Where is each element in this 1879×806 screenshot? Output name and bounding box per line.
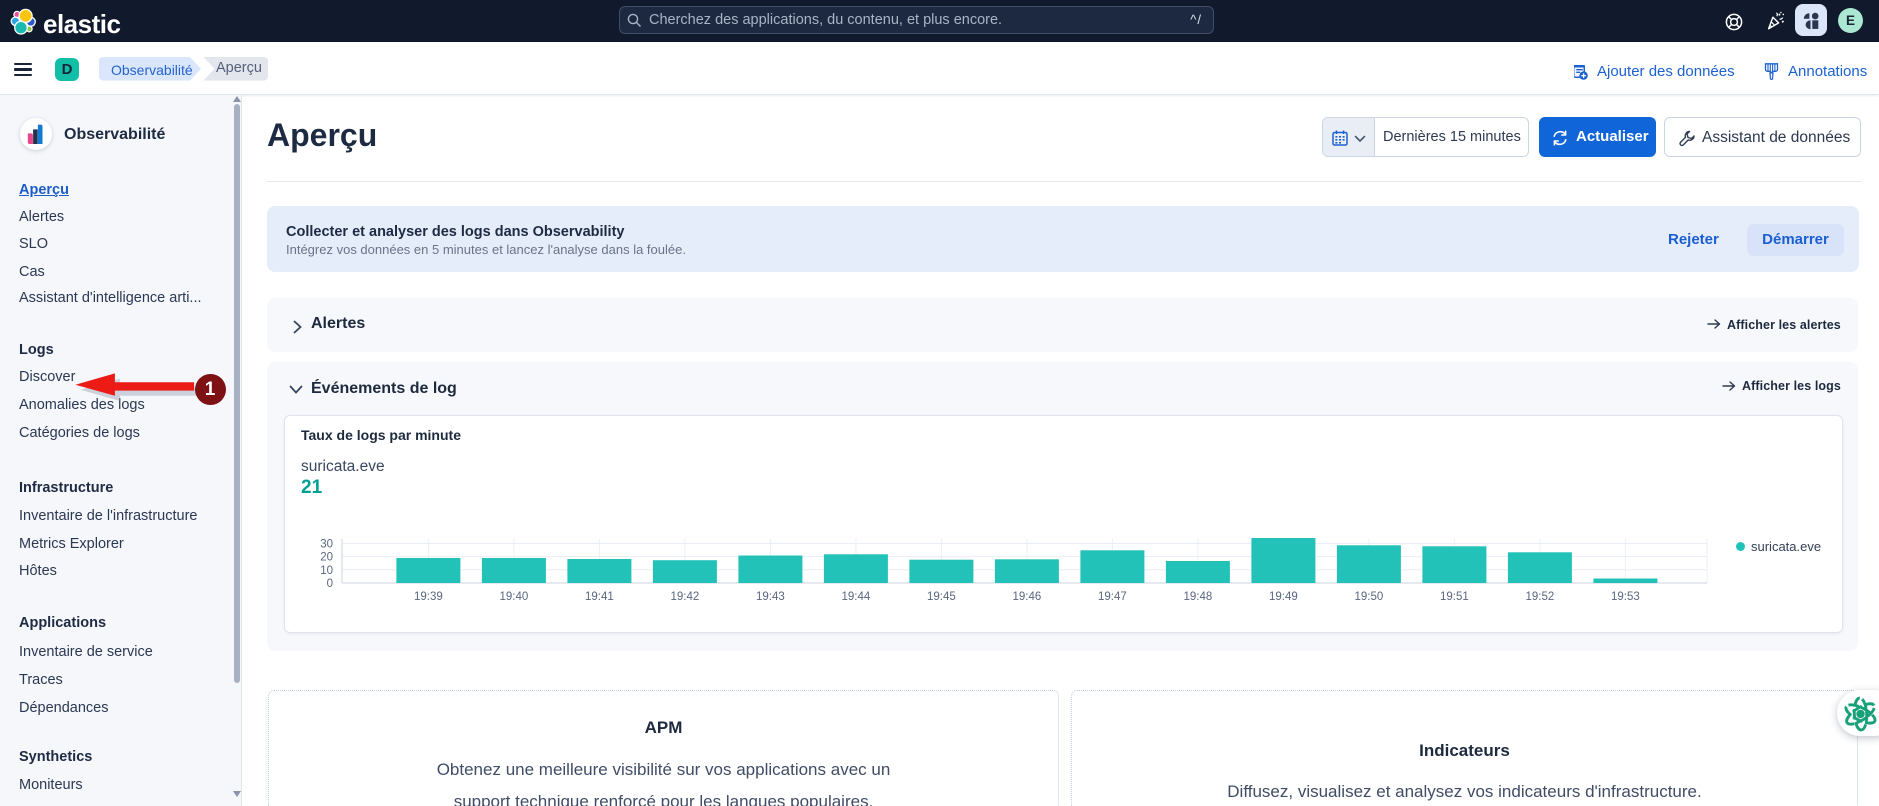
- svg-text:19:40: 19:40: [500, 591, 529, 603]
- svg-text:0: 0: [327, 578, 333, 590]
- svg-text:20: 20: [320, 552, 333, 564]
- svg-text:19:49: 19:49: [1269, 591, 1298, 603]
- svg-text:19:47: 19:47: [1098, 591, 1127, 603]
- svg-text:19:41: 19:41: [585, 591, 614, 603]
- svg-text:19:44: 19:44: [842, 591, 871, 603]
- svg-text:30: 30: [320, 538, 333, 550]
- svg-text:19:42: 19:42: [671, 591, 700, 603]
- svg-text:19:43: 19:43: [756, 591, 785, 603]
- svg-text:19:50: 19:50: [1355, 591, 1384, 603]
- svg-text:19:45: 19:45: [927, 591, 956, 603]
- svg-text:19:52: 19:52: [1526, 591, 1555, 603]
- svg-text:19:46: 19:46: [1013, 591, 1042, 603]
- svg-text:19:53: 19:53: [1611, 591, 1640, 603]
- svg-text:19:51: 19:51: [1440, 591, 1469, 603]
- svg-text:19:48: 19:48: [1184, 591, 1213, 603]
- svg-text:19:39: 19:39: [414, 591, 443, 603]
- svg-text:suricata.eve: suricata.eve: [1751, 539, 1821, 554]
- svg-text:10: 10: [320, 565, 333, 577]
